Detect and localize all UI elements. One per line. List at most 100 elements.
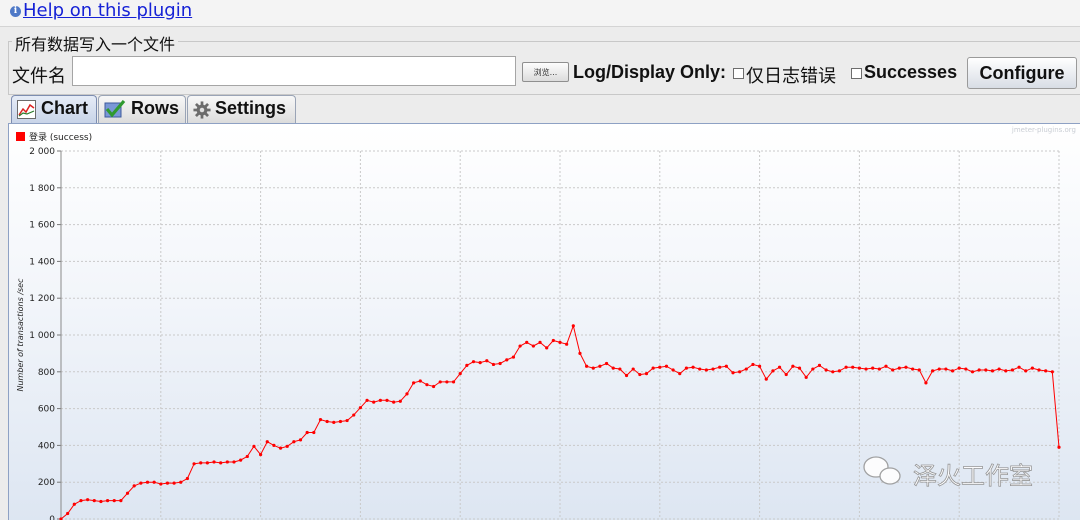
data-point [225, 460, 229, 464]
data-point [425, 383, 429, 387]
browse-button[interactable]: 浏览... [522, 62, 569, 82]
data-point [930, 369, 935, 373]
data-point [239, 458, 243, 462]
data-point [851, 365, 855, 369]
data-point [1044, 369, 1048, 373]
data-point [79, 499, 83, 503]
data-point [857, 366, 862, 370]
successes-checkbox[interactable] [851, 68, 862, 79]
data-point [92, 499, 96, 503]
data-point [525, 340, 529, 344]
data-point [751, 362, 755, 367]
data-point [278, 446, 283, 450]
data-point [325, 419, 329, 424]
data-point [691, 365, 695, 369]
rows-checkmark-icon [104, 100, 126, 118]
log-display-label: Log/Display Only: [573, 62, 727, 82]
successes-label: Successes [864, 62, 958, 82]
line-chart: 0 200 400 600 800 1 000 1 200 1 400 1 600 1 800 2 … [16, 126, 1076, 520]
data-point [651, 366, 655, 370]
data-point [332, 420, 336, 424]
chart-icon [17, 100, 36, 119]
data-point [545, 346, 549, 350]
data-point [837, 369, 842, 373]
data-point [458, 372, 462, 376]
data-point [451, 380, 456, 384]
data-point [631, 367, 635, 371]
data-point [1037, 368, 1041, 372]
data-point [638, 372, 642, 377]
data-point [192, 462, 196, 466]
data-point [112, 499, 116, 503]
chart-watermark: jmeter-plugins.org [1011, 126, 1076, 134]
data-point [744, 367, 748, 371]
gear-icon [193, 101, 211, 119]
wechat-icon [879, 467, 901, 485]
data-point [86, 498, 90, 502]
y-tick-label: 1 400 [29, 257, 55, 267]
data-point [591, 366, 595, 370]
data-point [611, 366, 615, 370]
data-point [937, 367, 941, 371]
data-point [1010, 368, 1015, 372]
data-point [950, 369, 955, 373]
tab-chart[interactable]: Chart [11, 95, 97, 125]
data-point [571, 324, 575, 328]
data-point [791, 364, 795, 368]
brand-watermark-text: 泽火工作室 [913, 462, 1033, 490]
data-point [871, 366, 875, 370]
y-tick-label: 200 [38, 478, 55, 488]
y-tick-label: 2 000 [29, 147, 55, 157]
data-point [511, 355, 516, 359]
data-point [345, 418, 349, 423]
configure-button[interactable]: Configure [967, 57, 1077, 89]
tab-rows[interactable]: Rows [98, 95, 186, 123]
data-point [578, 351, 582, 355]
data-point [305, 430, 309, 435]
y-tick-label: 1 000 [29, 331, 55, 341]
data-point [478, 361, 482, 365]
data-point [265, 440, 269, 444]
data-point [678, 372, 682, 376]
data-point [185, 476, 190, 481]
data-point [318, 418, 323, 422]
data-point [298, 438, 303, 442]
data-point [145, 480, 150, 484]
data-point [738, 370, 742, 374]
data-point [891, 368, 895, 372]
data-point [658, 365, 662, 369]
data-point [604, 361, 609, 366]
data-point [119, 499, 123, 503]
data-point [491, 362, 496, 367]
data-point [352, 413, 356, 417]
data-point [671, 368, 675, 372]
data-point [970, 370, 975, 374]
data-point [758, 364, 762, 368]
data-point [1030, 366, 1034, 370]
data-point [964, 367, 968, 371]
data-point [538, 340, 542, 344]
data-point [392, 400, 396, 404]
tab-settings[interactable]: Settings [187, 95, 296, 123]
data-point [784, 372, 788, 377]
data-point [811, 367, 815, 371]
data-point [624, 373, 629, 378]
data-point [911, 367, 915, 371]
y-tick-label: 600 [38, 405, 55, 415]
help-link[interactable]: Help on this plugin [23, 0, 192, 21]
data-point [990, 369, 995, 373]
data-point [771, 369, 775, 373]
data-point [165, 481, 170, 485]
filename-input[interactable] [72, 56, 516, 86]
data-point [445, 380, 449, 384]
data-point [212, 460, 216, 464]
data-point [405, 392, 409, 396]
data-point [618, 367, 622, 371]
data-point [944, 367, 948, 371]
data-point [378, 398, 382, 402]
data-point [252, 444, 256, 448]
data-point [884, 364, 888, 368]
data-point [997, 367, 1001, 371]
errors-only-checkbox[interactable] [733, 68, 744, 79]
data-point [285, 444, 289, 448]
